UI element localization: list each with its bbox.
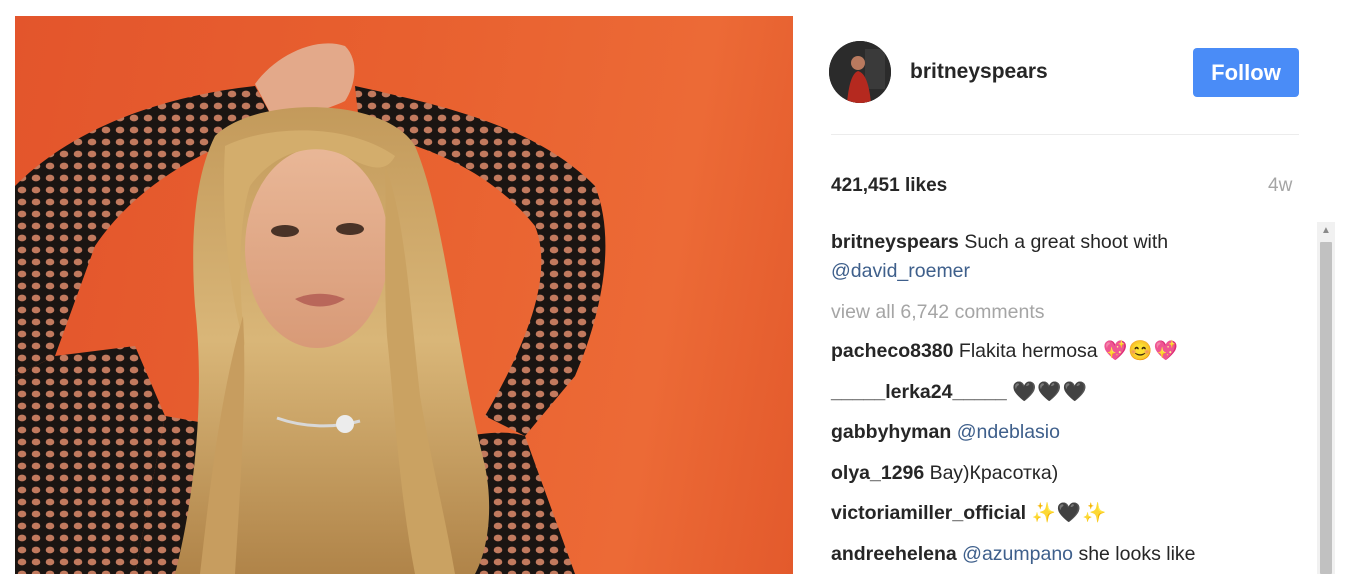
comment-username[interactable]: pacheco8380 xyxy=(831,340,954,362)
comments-scrollbar[interactable]: ▲ xyxy=(1317,222,1335,574)
comment-text: Вау)Красотка) xyxy=(929,461,1059,484)
comment: olya_1296 Вау)Красотка) xyxy=(831,459,1299,487)
comment: pacheco8380 Flakita hermosa 💖😊💖 xyxy=(831,337,1299,365)
avatar-image xyxy=(829,41,891,103)
comment-username[interactable]: gabbyhyman xyxy=(831,421,951,443)
post-caption: britneyspears Such a great shoot with @d… xyxy=(831,228,1299,286)
comment-username[interactable]: victoriamiller_official xyxy=(831,502,1026,524)
post-sidebar: britneyspears Follow 421,451 likes 4w br… xyxy=(793,0,1350,574)
author-username[interactable]: britneyspears xyxy=(910,60,1048,84)
comment-emoji: 💖😊💖 xyxy=(1103,340,1179,362)
comment-username[interactable]: olya_1296 xyxy=(831,462,924,484)
view-all-comments-link[interactable]: view all 6,742 comments xyxy=(831,298,1299,327)
follow-button[interactable]: Follow xyxy=(1193,48,1299,97)
comment-username[interactable]: andreehelena xyxy=(831,543,957,565)
caption-mention[interactable]: @david_roemer xyxy=(831,260,970,282)
caption-username[interactable]: britneyspears xyxy=(831,231,959,253)
avatar[interactable] xyxy=(829,41,891,103)
post-photo[interactable] xyxy=(15,16,793,574)
comment: victoriamiller_official ✨🖤✨ xyxy=(831,499,1299,527)
likes-count[interactable]: 421,451 likes xyxy=(831,175,947,197)
post-age[interactable]: 4w xyxy=(1268,175,1292,197)
comments-list: britneyspears Such a great shoot with @d… xyxy=(831,228,1299,574)
comment-username[interactable]: _____lerka24_____ xyxy=(831,381,1007,403)
comment-text: she looks like xyxy=(1078,542,1196,565)
comment: gabbyhyman @ndeblasio xyxy=(831,418,1299,446)
comment-text: Flakita hermosa xyxy=(958,340,1098,362)
comment: andreehelena @azumpano she looks like xyxy=(831,540,1299,568)
comment: _____lerka24_____ 🖤🖤🖤 xyxy=(831,378,1299,406)
comment-emoji: 🖤🖤🖤 xyxy=(1012,380,1088,403)
caption-line: @david_roemer xyxy=(831,257,1299,286)
post-header: britneyspears Follow xyxy=(793,0,1350,136)
comment-emoji: ✨🖤✨ xyxy=(1031,502,1108,524)
header-divider xyxy=(831,134,1299,135)
comment-mention[interactable]: @azumpano xyxy=(962,543,1073,565)
comment-mention[interactable]: @ndeblasio xyxy=(957,421,1060,443)
caption-text: Such a great shoot with xyxy=(964,231,1169,253)
scrollbar-thumb[interactable] xyxy=(1320,242,1332,574)
caption-line: britneyspears Such a great shoot with xyxy=(831,228,1299,257)
post-photo-illustration xyxy=(15,43,606,574)
chevron-up-icon[interactable]: ▲ xyxy=(1317,222,1335,240)
